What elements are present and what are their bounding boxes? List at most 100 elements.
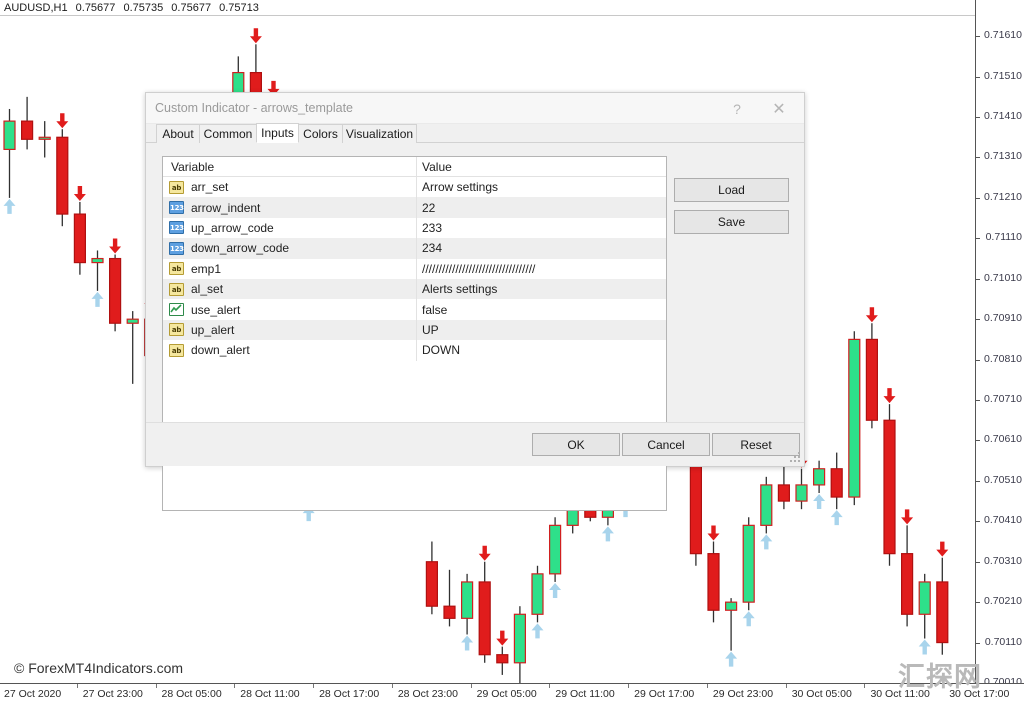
- reset-button[interactable]: Reset: [712, 433, 800, 456]
- price-tick-label: 0.71310: [984, 150, 1022, 163]
- candlestick: [21, 96, 34, 150]
- candlestick: [883, 388, 896, 566]
- price-scale-axis[interactable]: 0.71610 0.71510 0.71410 0.71310 0.71210 0.711…: [975, 0, 1024, 688]
- price-tickmark: [976, 76, 980, 78]
- time-tickmark: [864, 684, 866, 688]
- grip-dot: [798, 452, 800, 454]
- table-row[interactable]: 123 up_arrow_code 233: [163, 217, 666, 239]
- table-row[interactable]: ab arr_set Arrow settings: [163, 177, 666, 198]
- load-button[interactable]: Load: [674, 178, 789, 202]
- time-tickmark: [391, 684, 393, 688]
- candlestick: [126, 311, 139, 384]
- time-scale-axis[interactable]: 27 Oct 2020 27 Oct 23:00 28 Oct 05:00 28 Oc…: [0, 683, 1024, 704]
- tab-label: Inputs: [261, 126, 294, 140]
- value-cell[interactable]: UP: [416, 319, 666, 341]
- close-icon[interactable]: ✕: [759, 93, 799, 124]
- down-arrow-icon: [249, 28, 262, 44]
- price-tick-label: 0.70510: [984, 473, 1022, 486]
- variable-name: use_alert: [191, 302, 241, 317]
- variable-cell: ab al_set: [163, 279, 416, 299]
- cn-watermark: 汇探网: [898, 662, 982, 693]
- candlestick: [742, 517, 755, 627]
- value-cell[interactable]: //////////////////////////////////: [416, 258, 666, 279]
- down-arrow-icon: [478, 545, 491, 561]
- dialog-title: Custom Indicator - arrows_template: [155, 101, 353, 115]
- up-arrow-icon: [3, 198, 16, 214]
- candlestick: [513, 606, 527, 683]
- value-cell[interactable]: Alerts settings: [416, 278, 666, 300]
- table-row[interactable]: ab al_set Alerts settings: [163, 278, 666, 300]
- tab-colors[interactable]: Colors: [298, 124, 343, 143]
- time-tickmark: [549, 684, 551, 688]
- value-cell[interactable]: DOWN: [416, 340, 666, 361]
- up-arrow-icon: [601, 526, 614, 542]
- tab-inputs[interactable]: Inputs: [256, 123, 299, 143]
- time-tick-label: 29 Oct 23:00: [712, 688, 774, 700]
- value-cell[interactable]: Arrow settings: [416, 177, 666, 198]
- up-arrow-icon: [813, 494, 826, 510]
- up-arrow-icon: [830, 510, 843, 526]
- candlestick: [900, 509, 914, 627]
- cancel-button[interactable]: Cancel: [622, 433, 710, 456]
- ok-button[interactable]: OK: [532, 433, 620, 456]
- string-type-icon: ab: [169, 262, 184, 276]
- time-tickmark: [628, 684, 630, 688]
- time-tick-label: 30 Oct 05:00: [791, 688, 852, 700]
- table-row[interactable]: ab emp1 //////////////////////////////////: [163, 258, 666, 279]
- up-arrow-icon: [760, 534, 773, 550]
- down-arrow-icon: [707, 525, 720, 541]
- down-arrow-icon: [865, 307, 878, 323]
- table-row[interactable]: ab up_alert UP: [163, 319, 666, 341]
- table-row[interactable]: 123 down_arrow_code 234: [163, 238, 666, 259]
- time-tickmark: [76, 684, 78, 688]
- tab-label: About: [162, 127, 194, 141]
- price-tickmark: [976, 561, 980, 563]
- candlestick: [707, 525, 720, 623]
- down-arrow-icon: [883, 388, 896, 404]
- save-button[interactable]: Save: [674, 210, 789, 234]
- table-header-row: Variable Value: [163, 157, 666, 177]
- time-tick-label: 29 Oct 11:00: [555, 688, 615, 700]
- down-arrow-icon: [109, 238, 122, 254]
- time-tickmark: [313, 684, 315, 688]
- variable-cell: 123 arrow_indent: [163, 197, 416, 217]
- variable-cell: ab arr_set: [163, 177, 416, 197]
- quote-low: 0.75677: [171, 2, 212, 14]
- up-arrow-icon: [91, 291, 104, 307]
- candlestick: [38, 121, 51, 158]
- variable-cell: ab up_alert: [163, 320, 416, 340]
- price-tickmark: [976, 278, 980, 280]
- variable-name: emp1: [191, 261, 222, 276]
- time-tick-label: 28 Oct 17:00: [319, 688, 380, 700]
- value-cell[interactable]: 233: [416, 217, 666, 239]
- quote-open: 0.75677: [75, 2, 116, 14]
- value-cell[interactable]: 22: [416, 197, 666, 218]
- quote-symbol: AUDUSD,H1: [4, 2, 68, 14]
- time-tickmark: [706, 684, 708, 688]
- table-row[interactable]: ab down_alert DOWN: [163, 340, 666, 361]
- candlestick: [496, 630, 509, 675]
- dialog-tabs: About Common Inputs Colors Visualization: [146, 123, 804, 143]
- table-row[interactable]: use_alert false: [163, 299, 666, 320]
- integer-type-icon: 123: [169, 241, 184, 255]
- value-cell[interactable]: false: [416, 299, 666, 320]
- price-tickmark: [976, 400, 980, 402]
- value-cell[interactable]: 234: [416, 238, 666, 259]
- tab-visualization[interactable]: Visualization: [342, 124, 417, 143]
- down-arrow-icon: [496, 630, 509, 646]
- resize-grip[interactable]: [790, 452, 802, 464]
- variable-cell: use_alert: [163, 299, 416, 319]
- dialog-titlebar[interactable]: Custom Indicator - arrows_template ? ✕: [146, 93, 804, 124]
- tab-common[interactable]: Common: [199, 124, 257, 143]
- grip-dot: [794, 460, 796, 462]
- help-icon[interactable]: ?: [717, 93, 757, 124]
- tab-label: Common: [203, 127, 253, 141]
- tab-about[interactable]: About: [156, 124, 200, 143]
- price-tickmark: [976, 521, 980, 523]
- bool-type-icon: [169, 303, 184, 317]
- price-tick-label: 0.70610: [984, 433, 1022, 446]
- string-type-icon: ab: [169, 343, 184, 357]
- candlestick: [936, 541, 949, 655]
- table-row[interactable]: 123 arrow_indent 22: [163, 197, 666, 218]
- up-arrow-icon: [918, 639, 931, 655]
